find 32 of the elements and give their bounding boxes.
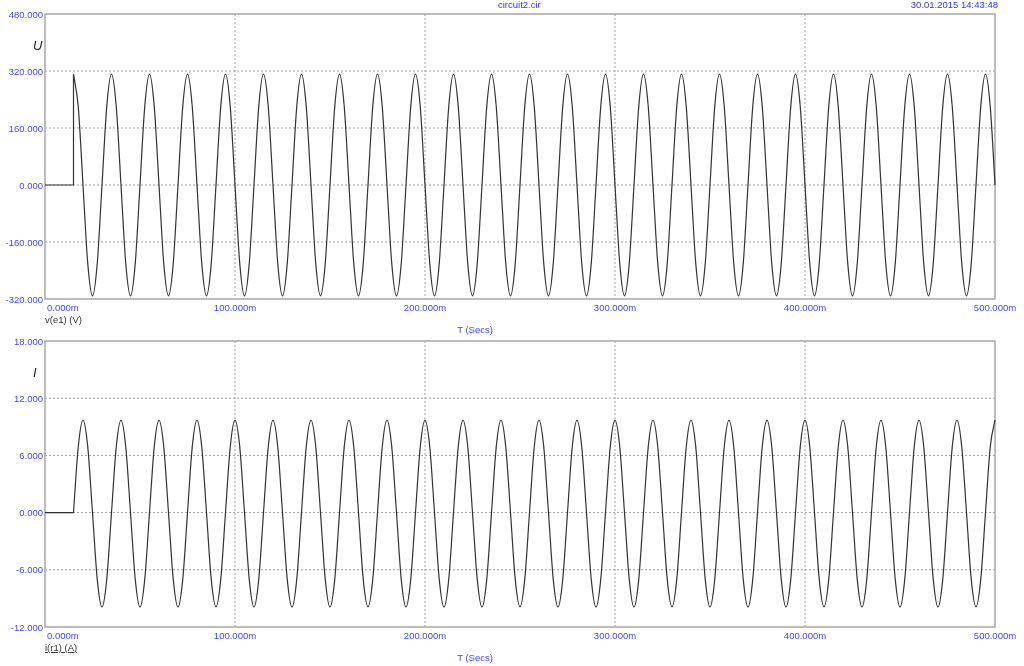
axis-tick-label: 0.000 [19,179,43,191]
axis-tick-label: 200.000m [403,302,447,313]
axis-tick-label: 100.000m [213,630,257,641]
file-name: circuit2.cir [498,0,541,10]
axis-tick-label: 500.000m [973,302,1017,313]
timestamp: 30.01.2015 14:43:48 [910,0,998,10]
axis-tick-label: -320.000 [5,293,43,305]
axis-tick-label: 0.000m [47,630,79,641]
axis-label: T (Secs) [457,652,493,663]
axis-tick-label: 400.000m [783,630,827,641]
axis-tick-label: 300.000m [593,630,637,641]
axis-tick-label: 200.000m [403,630,447,641]
axis-tick-label: -6.000 [16,564,43,576]
axis-tick-label: 160.000 [8,122,43,134]
axis-label: U [33,38,43,53]
axis-tick-label: -12.000 [10,621,43,633]
axis-label: T (Secs) [457,324,493,335]
axis-tick-label: 320.000 [8,65,43,77]
axis-tick-label: -160.000 [5,236,43,248]
axis-tick-label: 0.000 [19,507,43,519]
axis-label: I [33,365,37,380]
axis-tick-label: 12.000 [13,392,43,404]
axis-tick-label: 100.000m [213,302,257,313]
axis-tick-label: 400.000m [783,302,827,313]
axis-tick-label: 18.000 [13,335,43,347]
trace-label[interactable]: i(r1) (A) [45,642,78,653]
axis-tick-label: 0.000m [47,302,79,313]
axis-tick-label: 6.000 [19,449,43,461]
axis-tick-label: 300.000m [593,302,637,313]
trace-label[interactable]: v(e1) (V) [45,314,82,325]
axis-tick-label: 500.000m [973,630,1017,641]
axis-tick-label: 480.000 [8,10,43,20]
